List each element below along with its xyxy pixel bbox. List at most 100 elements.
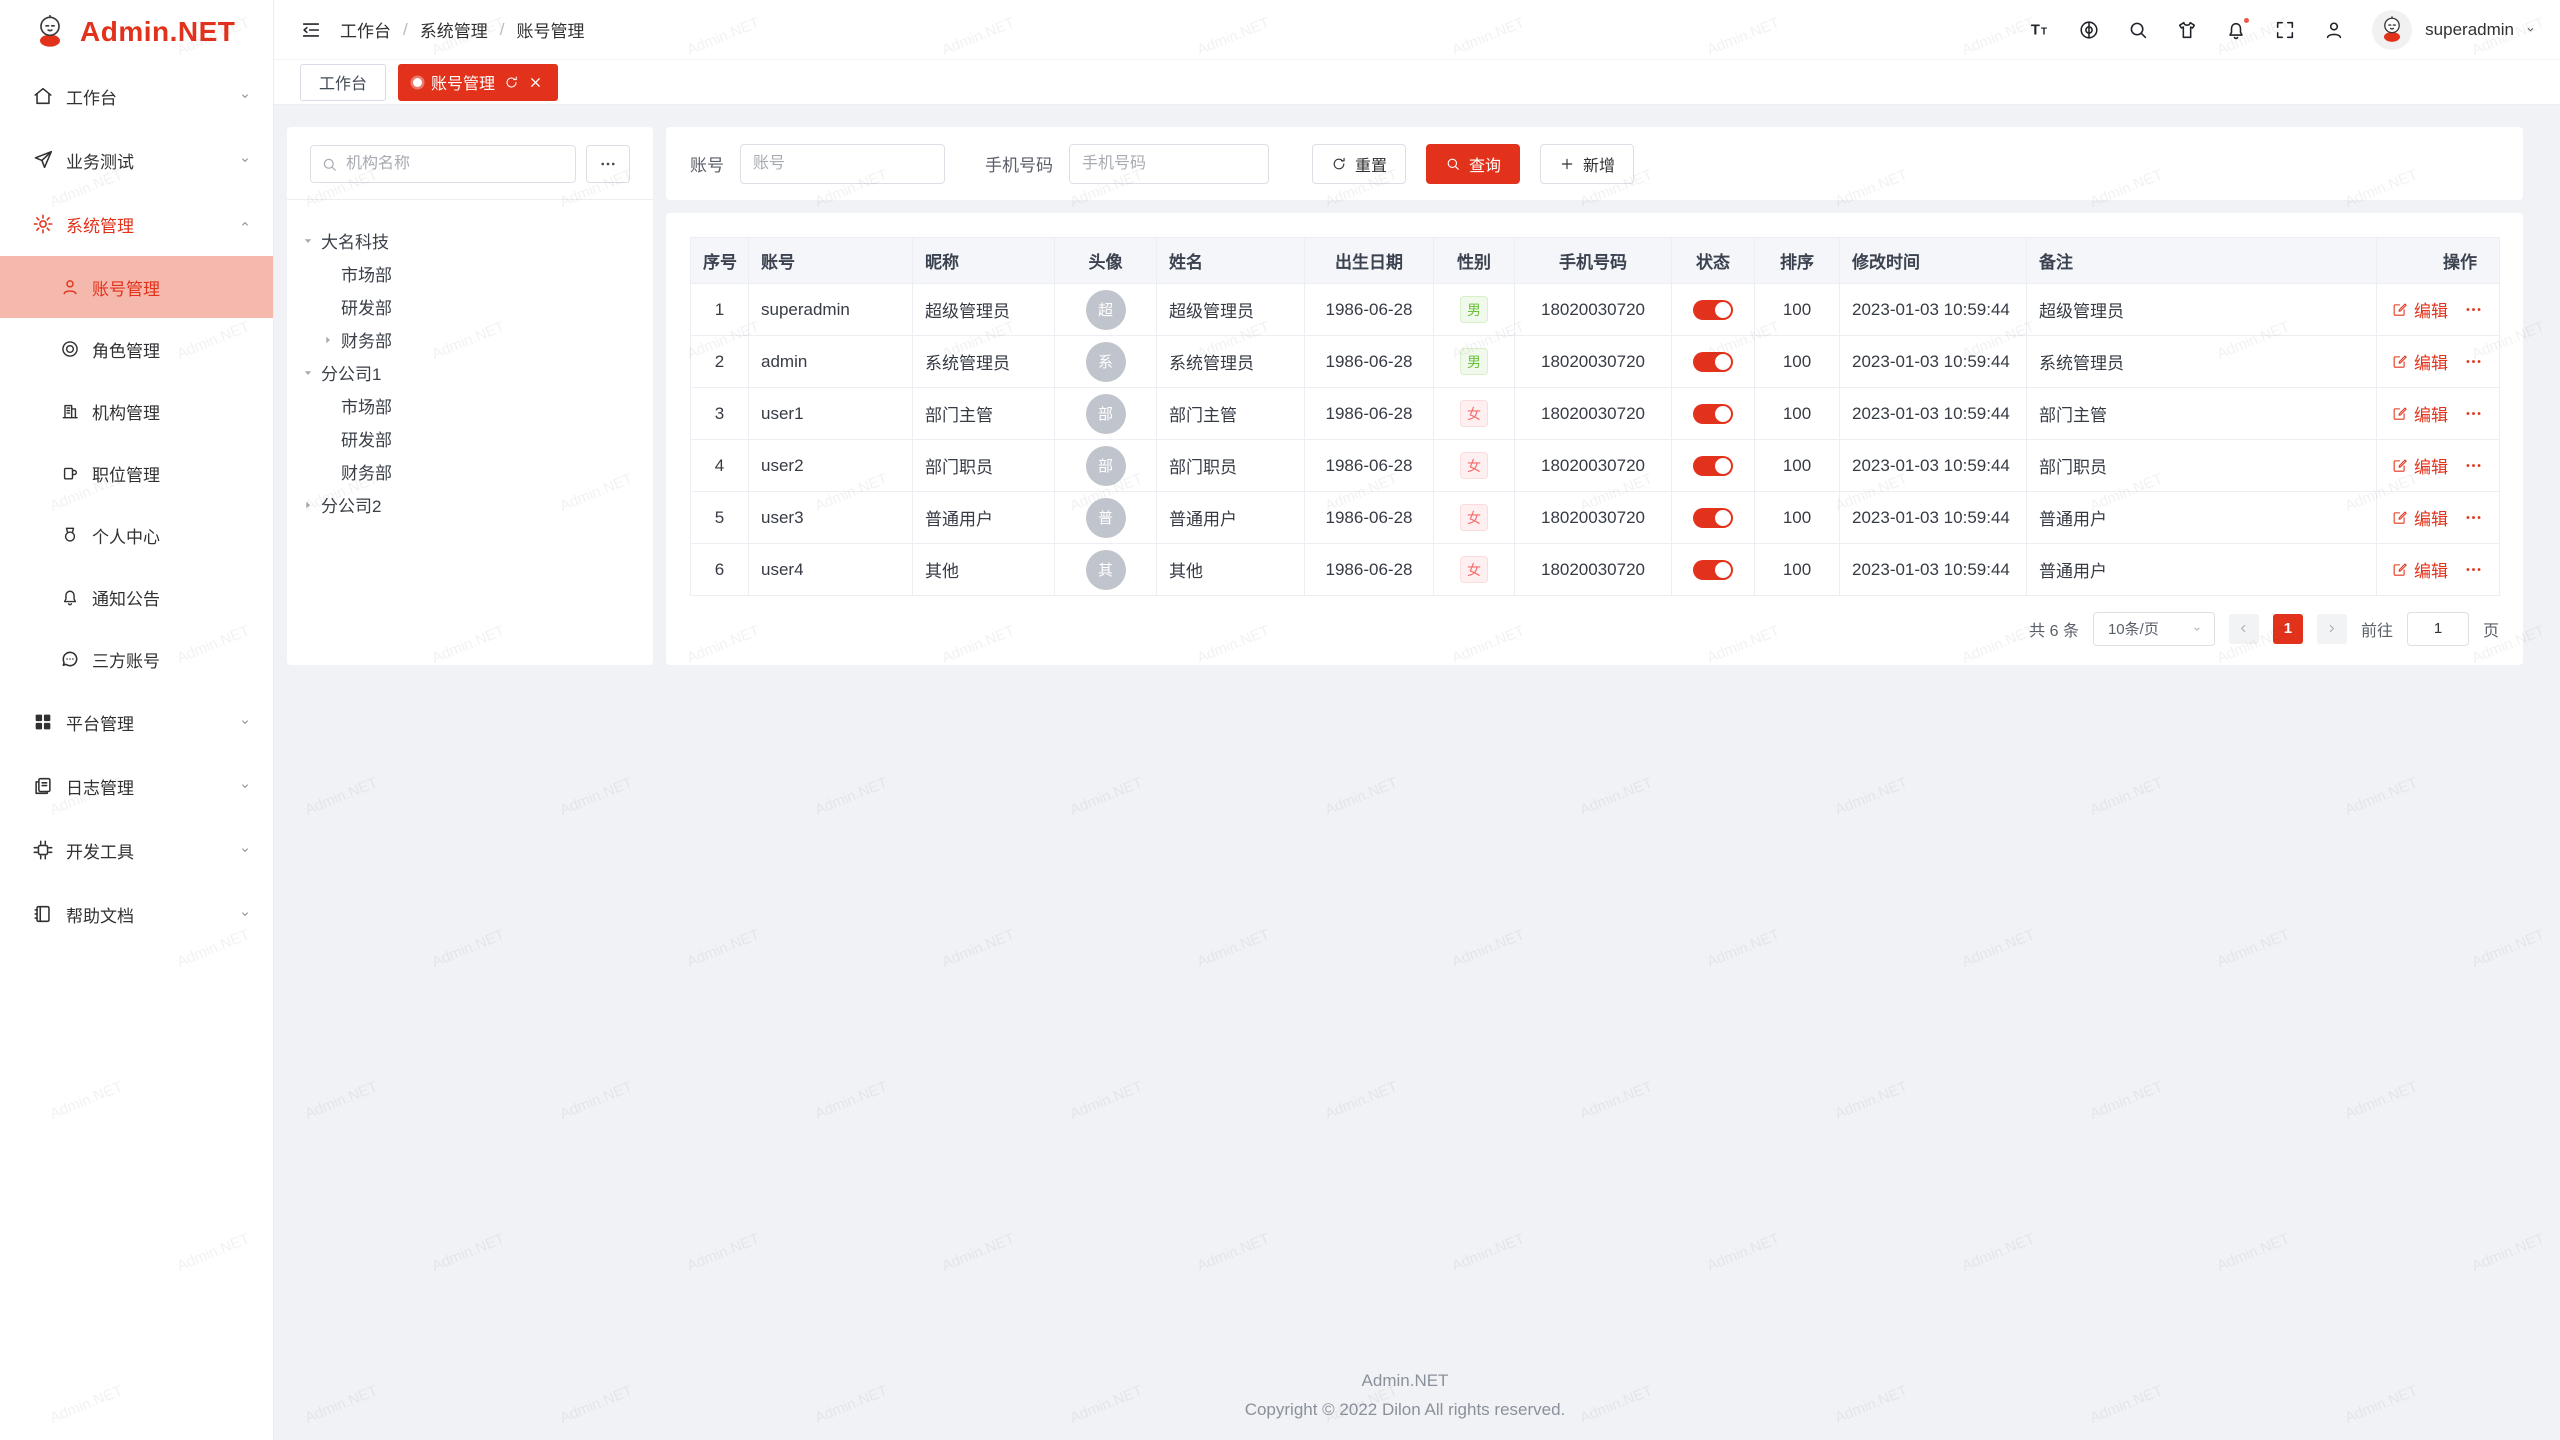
cell-birth: 1986-06-28 [1305,440,1434,492]
edit-button[interactable]: 编辑 [2391,349,2448,374]
status-toggle[interactable] [1693,560,1733,580]
tree-node-label: 财务部 [341,459,392,484]
page-number-current[interactable]: 1 [2273,614,2303,644]
status-toggle[interactable] [1693,508,1733,528]
language-icon[interactable] [2078,19,2100,41]
caret-down-icon[interactable] [301,366,321,380]
user-avatar[interactable] [2372,10,2412,50]
toggle-knob [1715,458,1731,474]
caret-right-icon[interactable] [321,333,341,347]
brand[interactable]: Admin.NET [0,0,273,64]
caret-right-icon[interactable] [301,498,321,512]
cell-account: user1 [749,388,913,440]
username[interactable]: superadmin [2425,20,2514,40]
prev-page-button[interactable] [2229,614,2259,644]
goto-page-input[interactable] [2407,612,2469,646]
sidebar-item-dev-tools[interactable]: 开发工具 [0,818,273,882]
cell-index: 2 [691,336,749,388]
tree-node[interactable]: 分公司2 [301,488,643,521]
edit-button[interactable]: 编辑 [2391,505,2448,530]
status-toggle[interactable] [1693,404,1733,424]
more-actions-button[interactable] [2464,560,2483,579]
notification-icon[interactable] [2225,19,2247,41]
chevron-down-icon [237,906,253,922]
account-input[interactable] [740,144,945,184]
footer-brand: Admin.NET [287,1371,2523,1391]
edit-label: 编辑 [2414,557,2448,582]
query-button[interactable]: 查询 [1426,144,1520,184]
edit-button[interactable]: 编辑 [2391,401,2448,426]
sidebar-item-platform-management[interactable]: 平台管理 [0,690,273,754]
close-icon[interactable] [528,75,543,90]
tree-node[interactable]: 市场部 [301,257,643,290]
collapse-menu-icon[interactable] [300,19,322,41]
edit-button[interactable]: 编辑 [2391,453,2448,478]
sidebar-item-account-management[interactable]: 账号管理 [0,256,273,318]
sidebar-item-label: 工作台 [66,84,117,109]
tree-node[interactable]: 研发部 [301,290,643,323]
reset-button[interactable]: 重置 [1312,144,1406,184]
layout-user-icon[interactable] [2323,19,2345,41]
status-toggle[interactable] [1693,456,1733,476]
sidebar-item-business-test[interactable]: 业务测试 [0,128,273,192]
column-header-ops: 操作 [2377,238,2500,284]
more-actions-button[interactable] [2464,300,2483,319]
tree-node[interactable]: 分公司1 [301,356,643,389]
sidebar-item-position-management[interactable]: 职位管理 [0,442,273,504]
status-toggle[interactable] [1693,352,1733,372]
breadcrumb-item[interactable]: 工作台 [340,17,391,42]
phone-input[interactable] [1069,144,1269,184]
edit-icon [2391,405,2408,422]
edit-label: 编辑 [2414,349,2448,374]
sidebar-item-personal-center[interactable]: 个人中心 [0,504,273,566]
search-icon [321,156,338,173]
tree-node[interactable]: 财务部 [301,323,643,356]
sidebar-item-log-management[interactable]: 日志管理 [0,754,273,818]
more-actions-button[interactable] [2464,404,2483,423]
page-size-select[interactable]: 10条/页 [2093,612,2215,646]
caret-down-icon[interactable] [301,234,321,248]
refresh-icon[interactable] [504,75,519,90]
sidebar-item-notice-announcement[interactable]: 通知公告 [0,566,273,628]
sidebar-item-label: 平台管理 [66,710,134,735]
more-actions-button[interactable] [2464,456,2483,475]
sidebar-item-help-docs[interactable]: 帮助文档 [0,882,273,946]
add-button[interactable]: 新增 [1540,144,1634,184]
edit-button[interactable]: 编辑 [2391,297,2448,322]
cell-remark: 普通用户 [2027,492,2377,544]
tree-node[interactable]: 大名科技 [301,224,643,257]
tree-node[interactable]: 财务部 [301,455,643,488]
sidebar-item-role-management[interactable]: 角色管理 [0,318,273,380]
tree-node[interactable]: 市场部 [301,389,643,422]
tab-workbench[interactable]: 工作台 [300,64,386,101]
sidebar-item-third-party-account[interactable]: 三方账号 [0,628,273,690]
row-avatar: 普 [1086,498,1126,538]
sidebar-item-org-management[interactable]: 机构管理 [0,380,273,442]
next-page-button[interactable] [2317,614,2347,644]
cell-account: admin [749,336,913,388]
cell-remark: 超级管理员 [2027,284,2377,336]
sidebar-item-workbench[interactable]: 工作台 [0,64,273,128]
font-size-icon[interactable]: TT [2029,19,2051,41]
tab-account-management[interactable]: 账号管理 [398,64,558,101]
tree-more-button[interactable] [586,145,630,183]
edit-button[interactable]: 编辑 [2391,557,2448,582]
cell-index: 5 [691,492,749,544]
theme-icon[interactable] [2176,19,2198,41]
cell-gender: 男 [1434,336,1515,388]
sidebar-item-system-management[interactable]: 系统管理 [0,192,273,256]
more-actions-button[interactable] [2464,352,2483,371]
page-size-value: 10条/页 [2108,618,2159,639]
status-toggle[interactable] [1693,300,1733,320]
breadcrumb-item[interactable]: 账号管理 [516,17,584,42]
footer: Admin.NET Copyright © 2022 Dilon All rig… [287,1371,2523,1440]
tree-node[interactable]: 研发部 [301,422,643,455]
breadcrumb-item[interactable]: 系统管理 [420,17,488,42]
more-actions-button[interactable] [2464,508,2483,527]
org-search-input[interactable] [346,155,565,173]
search-icon[interactable] [2127,19,2149,41]
org-search-box[interactable] [310,145,576,183]
fullscreen-icon[interactable] [2274,19,2296,41]
cell-nickname: 部门职员 [913,440,1055,492]
cell-nickname: 系统管理员 [913,336,1055,388]
